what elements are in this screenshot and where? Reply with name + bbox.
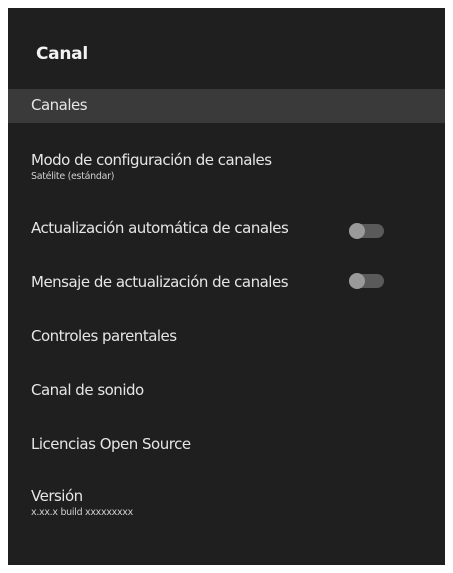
toggle-knob	[349, 223, 365, 239]
menu-item-label: Controles parentales	[31, 327, 177, 345]
menu-item-label: Versión	[31, 487, 83, 505]
menu-item-canal-sonido[interactable]: Canal de sonido	[8, 372, 445, 412]
menu-item-value: Satélite (estándar)	[31, 171, 115, 182]
menu-item-licencias[interactable]: Licencias Open Source	[8, 426, 445, 466]
menu-item-label: Canales	[31, 96, 88, 114]
panel-title: Canal	[36, 44, 88, 64]
menu-item-version[interactable]: Versión x.xx.x build xxxxxxxxx	[8, 481, 445, 525]
channel-settings-panel: Canal Canales Modo de configuración de c…	[8, 8, 445, 565]
menu-item-label: Modo de configuración de canales	[31, 151, 272, 169]
menu-item-value: x.xx.x build xxxxxxxxx	[31, 507, 133, 518]
menu-item-label: Licencias Open Source	[31, 435, 191, 453]
auto-update-toggle[interactable]	[349, 223, 384, 239]
menu-item-modo-configuracion[interactable]: Modo de configuración de canales Satélit…	[8, 145, 445, 189]
update-message-toggle[interactable]	[349, 273, 384, 289]
toggle-knob	[349, 273, 365, 289]
menu-item-label: Canal de sonido	[31, 381, 144, 399]
menu-item-controles-parentales[interactable]: Controles parentales	[8, 318, 445, 358]
menu-item-canales[interactable]: Canales	[8, 89, 445, 123]
